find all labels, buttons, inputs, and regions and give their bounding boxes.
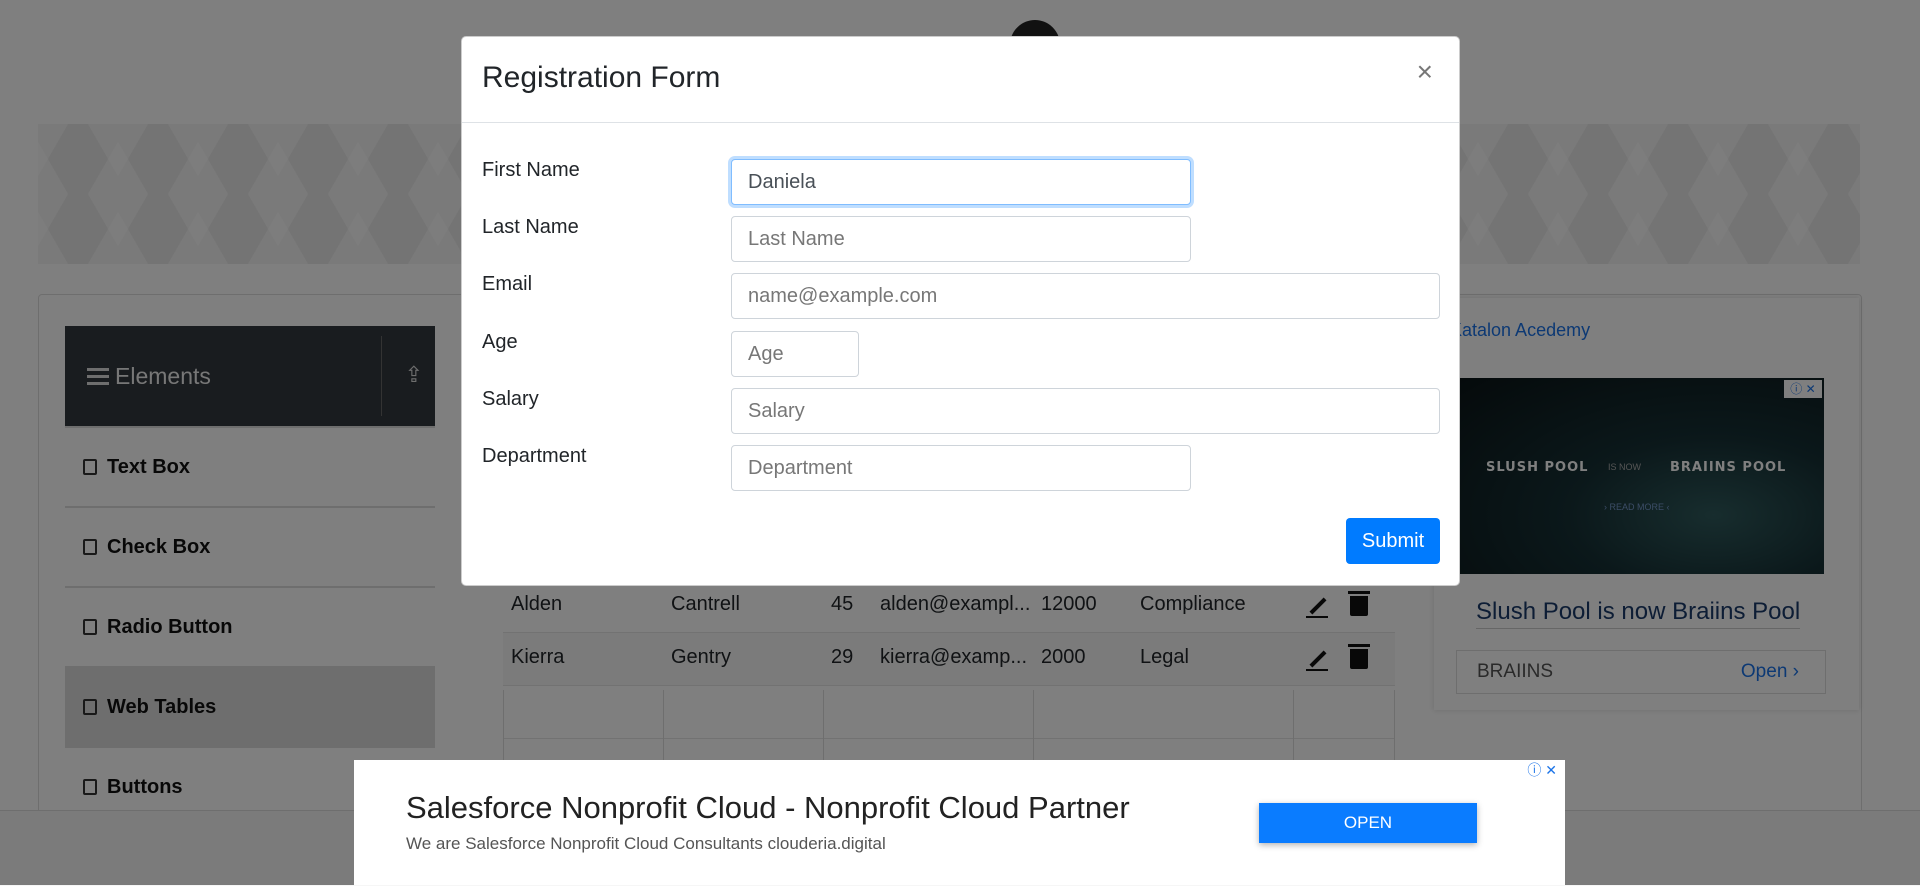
modal-header: Registration Form × — [462, 37, 1459, 123]
last-name-input[interactable] — [731, 216, 1191, 262]
bottom-ad-title[interactable]: Salesforce Nonprofit Cloud - Nonprofit C… — [406, 790, 1130, 826]
first-name-input[interactable] — [731, 159, 1191, 205]
last-name-label: Last Name — [482, 216, 579, 238]
email-row: Email — [462, 273, 1459, 321]
age-row: Age — [462, 331, 1459, 379]
salary-input[interactable] — [731, 388, 1440, 434]
submit-button[interactable]: Submit — [1346, 518, 1440, 564]
department-row: Department — [462, 445, 1459, 493]
modal-title: Registration Form — [482, 61, 721, 94]
first-name-label: First Name — [482, 159, 580, 181]
first-name-row: First Name — [462, 159, 1459, 207]
department-input[interactable] — [731, 445, 1191, 491]
email-field[interactable] — [731, 273, 1440, 319]
salary-row: Salary — [462, 388, 1459, 436]
ad-close-icon[interactable]: ⓘ ✕ — [1521, 760, 1557, 780]
department-label: Department — [482, 445, 587, 467]
bottom-ad-open-button[interactable]: OPEN — [1259, 803, 1477, 843]
age-input[interactable] — [731, 331, 859, 377]
salary-label: Salary — [482, 388, 539, 410]
email-label: Email — [482, 273, 533, 295]
bottom-ad-subtitle: We are Salesforce Nonprofit Cloud Consul… — [406, 834, 886, 853]
registration-modal: Registration Form × First Name Last Name… — [461, 36, 1460, 586]
last-name-row: Last Name — [462, 216, 1459, 264]
close-icon[interactable]: × — [1411, 55, 1439, 89]
age-label: Age — [482, 331, 518, 353]
bottom-ad-banner: Salesforce Nonprofit Cloud - Nonprofit C… — [354, 760, 1565, 885]
